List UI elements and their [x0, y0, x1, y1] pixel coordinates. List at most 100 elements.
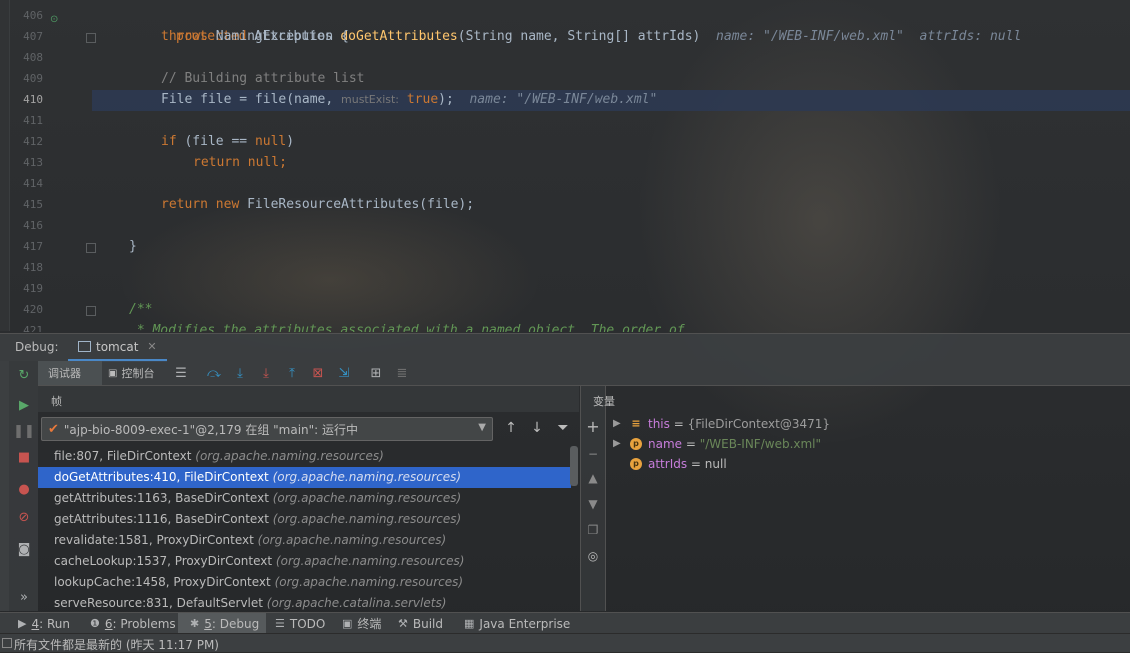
- variables-pane: 变量 ▶ ≡ this = {FileDirContext@3471} ▶ p …: [593, 386, 1130, 611]
- frame-row[interactable]: revalidate:1581, ProxyDirContext (org.ap…: [38, 530, 571, 551]
- left-tool-window-strip: [0, 361, 9, 611]
- frame-method: getAttributes:1116, BaseDirContext: [54, 512, 273, 526]
- step-over-icon[interactable]: ⤼: [206, 365, 222, 381]
- tab-run[interactable]: ▶ 4: Run: [18, 613, 70, 634]
- frame-row[interactable]: getAttributes:1116, BaseDirContext (org.…: [38, 509, 571, 530]
- override-icon[interactable]: ⊙: [50, 15, 60, 25]
- copy-icon[interactable]: ❐: [585, 522, 601, 538]
- mute-breakpoints-icon[interactable]: ⊘: [16, 509, 32, 525]
- code-line-413: 413 return null;: [0, 152, 1130, 173]
- frame-package: (org.apache.naming.resources): [275, 554, 465, 568]
- down-arrow-icon[interactable]: ↓: [528, 419, 546, 437]
- frame-row[interactable]: file:807, FileDirContext (org.apache.nam…: [38, 446, 571, 467]
- code-text: }: [129, 239, 137, 254]
- evaluate-expression-icon[interactable]: ⊞: [368, 365, 384, 381]
- p-icon: p: [630, 458, 642, 470]
- run-icon: ▶: [18, 617, 27, 630]
- step-out-icon[interactable]: ⤒: [284, 365, 300, 381]
- tab-terminal[interactable]: ▣ 终端: [342, 613, 381, 634]
- status-bar: 所有文件都是最新的 (昨天 11:17 PM): [0, 633, 1130, 652]
- check-icon: ✔: [48, 421, 59, 437]
- chevron-right-icon[interactable]: ▶: [613, 414, 621, 434]
- up-arrow-icon[interactable]: ↑: [502, 419, 520, 437]
- keyword: null: [254, 134, 287, 149]
- debug-side-toolbar: ↻ ▶ ❚❚ ■ ● ⊘ ◙ »: [9, 361, 38, 611]
- more-icon[interactable]: »: [16, 589, 32, 605]
- code-text: FileResourceAttributes(file);: [239, 197, 475, 212]
- rerun-icon[interactable]: ↻: [16, 367, 32, 383]
- close-icon[interactable]: ✕: [147, 340, 156, 353]
- keyword: return: [193, 155, 240, 170]
- frame-method: lookupCache:1458, ProxyDirContext: [54, 575, 275, 589]
- frame-method: file:807, FileDirContext: [54, 449, 196, 463]
- layout-icon[interactable]: ☰: [173, 365, 189, 381]
- force-step-into-icon[interactable]: ⤓: [258, 365, 274, 381]
- tab-tomcat-session[interactable]: tomcat ✕: [68, 334, 167, 362]
- pause-icon[interactable]: ❚❚: [13, 423, 35, 439]
- doc-comment: * Modifies the attributes associated wit…: [129, 323, 685, 332]
- frame-row[interactable]: serveResource:831, DefaultServlet (org.a…: [38, 593, 571, 611]
- status-icon[interactable]: [2, 638, 12, 648]
- tab-label: : Debug: [211, 616, 260, 631]
- fold-marker-icon[interactable]: [86, 243, 96, 253]
- code-line-420: 420 /**: [0, 299, 1130, 320]
- thread-selector[interactable]: ✔ "ajp-bio-8009-exec-1"@2,179 在组 "main":…: [41, 417, 493, 441]
- keyword: new: [207, 197, 240, 212]
- frames-scrollbar[interactable]: [570, 446, 578, 486]
- move-down-icon[interactable]: ▼: [585, 496, 601, 512]
- frame-method: getAttributes:1163, BaseDirContext: [54, 491, 273, 505]
- keyword: if: [161, 134, 177, 149]
- filter-icon[interactable]: ⏷: [554, 419, 572, 437]
- variable-eq: =: [687, 457, 705, 471]
- frame-row[interactable]: cacheLookup:1537, ProxyDirContext (org.a…: [38, 551, 571, 572]
- session-icon: [78, 341, 91, 352]
- glasses-icon[interactable]: ◎: [585, 548, 601, 564]
- status-message: 所有文件都是最新的 (昨天 11:17 PM): [14, 638, 219, 652]
- camera-icon[interactable]: ◙: [16, 541, 32, 557]
- code-line-416: 416: [0, 215, 1130, 236]
- step-into-icon[interactable]: ⤓: [232, 365, 248, 381]
- frames-label: 帧: [51, 395, 62, 408]
- console-icon: ▣: [108, 367, 118, 379]
- remove-icon[interactable]: −: [585, 446, 601, 462]
- tab-debug[interactable]: ✱ 5: Debug: [178, 613, 267, 634]
- code-line-421: 421 * Modifies the attributes associated…: [0, 320, 1130, 332]
- frame-method: doGetAttributes:410, FileDirContext: [54, 470, 273, 484]
- tab-console[interactable]: ▣ 控制台: [108, 361, 154, 385]
- drop-frame-icon[interactable]: ⊠: [310, 365, 326, 381]
- problems-icon: ❶: [90, 617, 100, 630]
- tab-number: 5: [204, 616, 212, 631]
- add-watch-icon[interactable]: +: [585, 417, 601, 436]
- variable-row-attrids[interactable]: p attrIds = null: [605, 454, 1105, 474]
- debug-icon: ✱: [190, 617, 200, 630]
- tab-debugger[interactable]: 调试器: [38, 361, 102, 385]
- code-line-407: 407 throws NamingException {: [0, 26, 1130, 47]
- move-up-icon[interactable]: ▲: [585, 470, 601, 486]
- tab-problems[interactable]: ❶ 6: Problems: [90, 613, 176, 634]
- stop-icon[interactable]: ■: [16, 449, 32, 465]
- view-breakpoints-icon[interactable]: ●: [16, 481, 32, 497]
- frame-method: revalidate:1581, ProxyDirContext: [54, 533, 258, 547]
- variable-name: name: [648, 437, 683, 451]
- run-to-cursor-icon[interactable]: ⇲: [336, 365, 352, 381]
- tab-number: 6: [104, 616, 113, 631]
- trace-icon[interactable]: ≣: [394, 365, 410, 381]
- variable-row-name[interactable]: ▶ p name = "/WEB-INF/web.xml": [605, 434, 1105, 454]
- inline-debug-value: name: "/WEB-INF/web.xml": [453, 92, 658, 107]
- tab-label: 终端: [357, 617, 382, 631]
- frame-row-selected[interactable]: doGetAttributes:410, FileDirContext (org…: [38, 467, 571, 488]
- fold-marker-icon[interactable]: [86, 33, 96, 43]
- chevron-right-icon[interactable]: ▶: [613, 434, 621, 454]
- thread-selector-value: "ajp-bio-8009-exec-1"@2,179 在组 "main": 运…: [63, 422, 359, 437]
- frame-package: (org.apache.naming.resources): [272, 512, 462, 526]
- frame-row[interactable]: lookupCache:1458, ProxyDirContext (org.a…: [38, 572, 571, 593]
- tab-java-enterprise[interactable]: ▦ Java Enterprise: [464, 613, 570, 634]
- frame-row[interactable]: getAttributes:1163, BaseDirContext (org.…: [38, 488, 571, 509]
- fold-marker-icon[interactable]: [86, 306, 96, 316]
- variable-row-this[interactable]: ▶ ≡ this = {FileDirContext@3471}: [605, 414, 1105, 434]
- tab-todo[interactable]: ☰ TODO: [275, 613, 325, 634]
- resume-icon[interactable]: ▶: [16, 397, 32, 413]
- variable-name: attrIds: [648, 457, 688, 471]
- code-line-409: 409 // Building attribute list: [0, 68, 1130, 89]
- tab-build[interactable]: ⚒ Build: [398, 613, 443, 634]
